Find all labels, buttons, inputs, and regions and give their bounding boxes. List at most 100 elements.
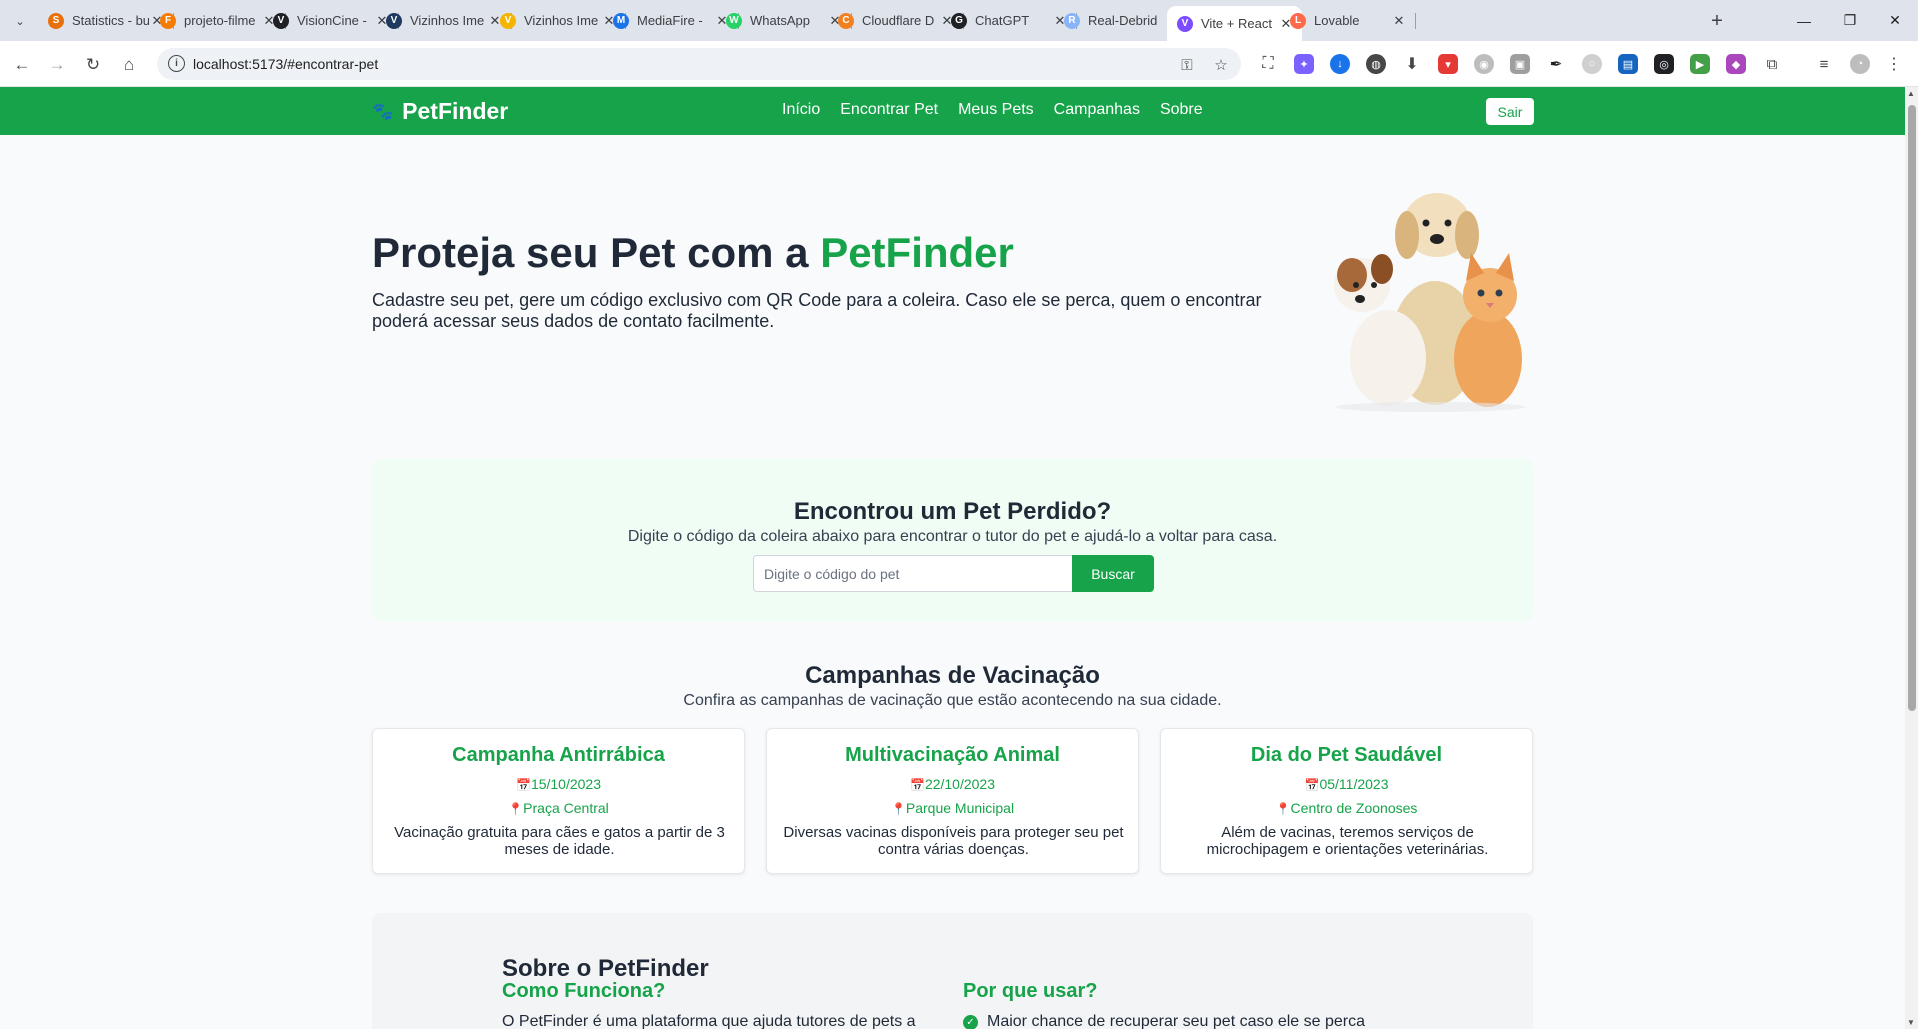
tab-title: Vizinhos Ime <box>410 13 485 28</box>
map-pin-icon: 📍 <box>890 802 906 816</box>
about-title: Sobre o PetFinder <box>502 955 709 982</box>
password-key-icon[interactable]: ⚿ <box>1177 55 1197 75</box>
tab-search-icon[interactable]: ≡ <box>1814 54 1834 74</box>
campaign-description: Além de vacinas, teremos serviços de mic… <box>1206 824 1489 858</box>
restore-button[interactable]: ❐ <box>1827 0 1873 41</box>
tab-title: Statistics - bu <box>72 13 149 28</box>
campaigns-subtitle: Confira as campanhas de vacinação que es… <box>683 692 1222 709</box>
tab-favicon-icon: S <box>48 12 64 29</box>
tab-search-chevron-icon[interactable]: ⌄ <box>9 10 31 32</box>
extension-gray-icon[interactable]: ◉ <box>1474 54 1494 74</box>
address-bar[interactable]: i localhost:5173/#encontrar-pet ⚿ ☆ <box>157 48 1241 80</box>
pet-code-input[interactable] <box>753 555 1073 592</box>
tab-title: WhatsApp <box>750 13 810 28</box>
campaign-location-text: Centro de Zoonoses <box>1290 800 1418 816</box>
extension-openai-icon[interactable]: ◎ <box>1654 54 1674 74</box>
extensions-puzzle-icon[interactable]: ⧉ <box>1762 54 1782 74</box>
brand-logo[interactable]: 🐾 PetFinder <box>372 98 508 125</box>
bookmark-star-icon[interactable]: ☆ <box>1211 55 1231 75</box>
download-icon[interactable]: ⬇ <box>1402 54 1422 74</box>
tab-separator <box>1415 13 1416 29</box>
reload-icon[interactable]: ↻ <box>79 51 107 79</box>
extension-download-icon[interactable]: ↓ <box>1330 54 1350 74</box>
tab-favicon-icon: R <box>1064 12 1080 29</box>
nav-link-campanhas[interactable]: Campanhas <box>1054 101 1140 119</box>
why-use-item: ✓ Maior chance de recuperar seu pet caso … <box>963 1013 1365 1029</box>
tab-title: Lovable <box>1314 13 1360 28</box>
hero-title: Proteja seu Pet com a PetFinder <box>372 229 1014 277</box>
main-nav: Início Encontrar Pet Meus Pets Campanhas… <box>782 101 1203 119</box>
campaign-title: Campanha Antirrábica <box>452 744 665 766</box>
find-pet-section: Encontrou um Pet Perdido? Digite o códig… <box>372 459 1533 621</box>
extension-pen-icon[interactable]: ✒ <box>1546 54 1566 74</box>
campaign-date-text: 05/11/2023 <box>1319 776 1389 792</box>
tab-title: ChatGPT <box>975 13 1030 28</box>
campaign-card: Multivacinação Animal 📅22/10/2023 📍Parqu… <box>766 728 1139 874</box>
scroll-up-arrow-icon[interactable]: ▲ <box>1907 89 1915 98</box>
tab-favicon-icon: V <box>1177 15 1193 32</box>
extension-image-icon[interactable]: ▣ <box>1510 54 1530 74</box>
extension-gemini-icon[interactable]: ✦ <box>1294 54 1314 74</box>
map-pin-icon: 📍 <box>1275 802 1291 816</box>
profile-avatar-icon[interactable]: ◔ <box>1850 54 1870 74</box>
nav-link-encontrar-pet[interactable]: Encontrar Pet <box>840 101 938 119</box>
tab-favicon-icon: F <box>160 12 176 29</box>
campaign-date-text: 15/10/2023 <box>530 776 602 792</box>
home-icon[interactable]: ⌂ <box>115 51 143 79</box>
tab-favicon-icon: V <box>500 12 516 29</box>
extension-play-icon[interactable]: ▶ <box>1690 54 1710 74</box>
campaign-location: 📍Centro de Zoonoses <box>1161 800 1532 816</box>
app-navbar: 🐾 PetFinder Início Encontrar Pet Meus Pe… <box>0 87 1905 135</box>
check-circle-icon: ✓ <box>963 1014 978 1029</box>
how-it-works-text: O PetFinder é uma plataforma que ajuda t… <box>502 1013 916 1029</box>
menu-kebab-icon[interactable]: ⋮ <box>1884 54 1904 74</box>
tab-title: Cloudflare D <box>862 13 935 28</box>
campaign-date-text: 22/10/2023 <box>924 776 996 792</box>
search-button[interactable]: Buscar <box>1072 555 1154 592</box>
campaign-date: 📅15/10/2023 <box>373 776 744 792</box>
tab-favicon-icon: V <box>386 12 402 29</box>
extension-shield-icon[interactable]: ▾ <box>1438 54 1458 74</box>
site-info-icon[interactable]: i <box>168 55 185 72</box>
campaign-card: Campanha Antirrábica 📅15/10/2023 📍Praça … <box>372 728 745 874</box>
hero-description: Cadastre seu pet, gere um código exclusi… <box>372 290 1262 331</box>
calendar-icon: 📅 <box>515 778 531 792</box>
calendar-icon: 📅 <box>909 778 925 792</box>
nav-link-inicio[interactable]: Início <box>782 101 820 119</box>
hero-title-accent: PetFinder <box>820 229 1014 276</box>
tab-title: Vizinhos Ime <box>524 13 599 28</box>
tab-title: Real-Debrid <box>1088 13 1158 28</box>
how-it-works-title: Como Funciona? <box>502 980 666 1002</box>
minimize-button[interactable]: — <box>1781 0 1827 41</box>
extension-circle-icon[interactable]: ○ <box>1582 54 1602 74</box>
calendar-icon: 📅 <box>1304 778 1320 792</box>
url-text[interactable]: localhost:5173/#encontrar-pet <box>193 56 378 72</box>
campaign-location: 📍Parque Municipal <box>767 800 1138 816</box>
forward-arrow-icon[interactable]: → <box>43 51 71 79</box>
nav-link-meus-pets[interactable]: Meus Pets <box>958 101 1034 119</box>
screenshot-icon[interactable]: ⛶ <box>1258 54 1278 74</box>
nav-link-sobre[interactable]: Sobre <box>1160 101 1203 119</box>
tab-title: projeto-filme <box>184 13 256 28</box>
campaign-description: Diversas vacinas disponíveis para proteg… <box>783 824 1124 858</box>
tab-favicon-icon: V <box>273 12 289 29</box>
scroll-down-arrow-icon[interactable]: ▼ <box>1907 1018 1915 1027</box>
why-use-item-text: Maior chance de recuperar seu pet caso e… <box>987 1013 1365 1029</box>
close-window-button[interactable]: ✕ <box>1872 0 1918 41</box>
scrollbar-thumb[interactable] <box>1908 105 1916 711</box>
paw-icon: 🐾 <box>372 101 394 121</box>
new-tab-button[interactable]: + <box>1704 8 1730 34</box>
page-scrollbar[interactable]: ▲ ▼ <box>1905 87 1918 1029</box>
find-pet-subtitle: Digite o código da coleira abaixo para e… <box>627 528 1278 545</box>
extension-blue-icon[interactable]: ▤ <box>1618 54 1638 74</box>
browser-tab[interactable]: L Lovable ✕ <box>1280 6 1416 35</box>
back-arrow-icon[interactable]: ← <box>8 51 36 79</box>
extension-purple-icon[interactable]: ◆ <box>1726 54 1746 74</box>
extension-globe-icon[interactable]: ◍ <box>1366 54 1386 74</box>
tab-favicon-icon: W <box>726 12 742 29</box>
campaign-date: 📅05/11/2023 <box>1161 776 1532 792</box>
tab-favicon-icon: C <box>838 12 854 29</box>
logout-button[interactable]: Sair <box>1486 98 1534 125</box>
campaign-description: Vacinação gratuita para cães e gatos a p… <box>394 824 725 858</box>
tab-close-icon[interactable]: ✕ <box>1391 13 1407 29</box>
